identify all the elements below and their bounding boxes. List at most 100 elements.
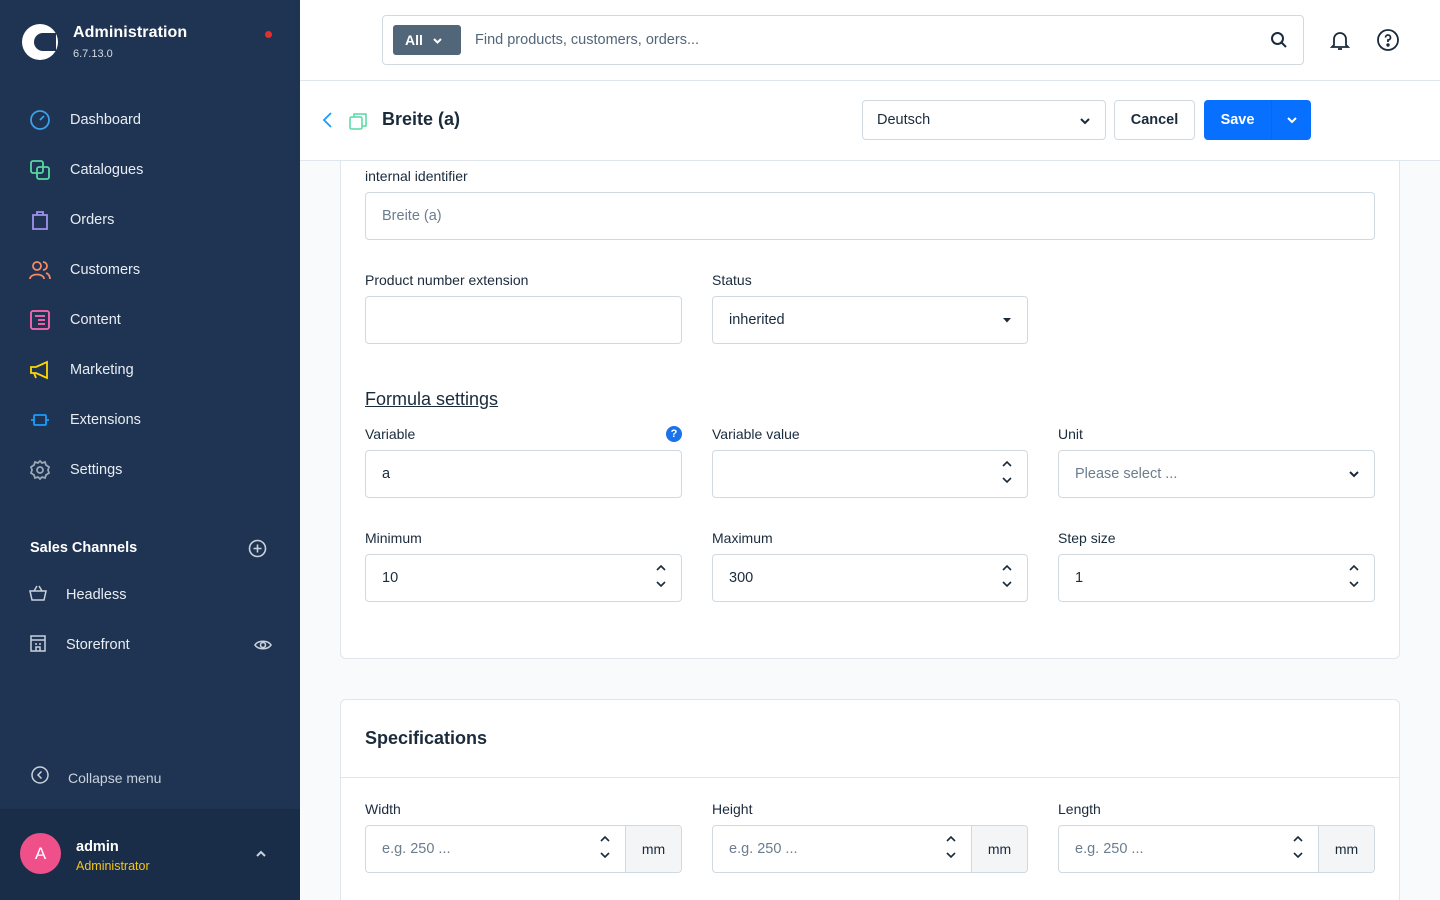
chevron-up-icon[interactable] [945,834,957,844]
chevron-up-icon[interactable] [1292,834,1304,844]
avatar: A [20,833,61,874]
language-label: Deutsch [877,112,931,128]
sales-channel-label: Headless [66,587,127,603]
width-field[interactable]: e.g. 250 ... mm [365,825,682,873]
chevron-down-icon[interactable] [1001,579,1013,589]
chevron-down-icon[interactable] [1001,475,1013,485]
user-name: admin [76,839,119,855]
number-stepper [1348,563,1360,589]
sidebar-item-marketing[interactable]: Marketing [0,345,300,395]
help-icon[interactable] [1376,28,1400,57]
product-number-extension-field[interactable] [365,296,682,344]
sidebar: Administration 6.7.13.0 Dashboard Catalo… [0,0,300,900]
bell-icon[interactable] [1328,28,1352,57]
brand: Administration 6.7.13.0 [22,24,187,60]
search-scope-dropdown[interactable]: All [393,25,461,55]
status-label: Status [712,272,752,288]
formula-settings-heading[interactable]: Formula settings [365,389,498,410]
products-icon [348,111,368,136]
status-select[interactable]: inherited [712,296,1028,344]
search-icon[interactable] [1270,31,1288,54]
status-value: inherited [729,312,785,328]
chevron-left-circle-icon [30,765,50,790]
internal-identifier-field[interactable]: Breite (a) [365,192,1375,240]
search-input[interactable] [475,26,1235,54]
chevron-down-icon[interactable] [1348,579,1360,589]
chevron-up-icon[interactable] [655,563,667,573]
variable-value-field[interactable] [712,450,1028,498]
chevron-down-icon[interactable] [1292,850,1304,860]
dashboard-icon [28,108,52,132]
width-placeholder: e.g. 250 ... [382,841,451,857]
unit-select[interactable]: Please select ... [1058,450,1375,498]
global-search: All [382,15,1304,65]
shopware-logo-icon [22,24,58,60]
step-size-value: 1 [1075,570,1084,586]
sidebar-item-label: Extensions [70,412,141,428]
maximum-value: 300 [729,570,754,586]
sidebar-item-settings[interactable]: Settings [0,445,300,495]
sidebar-item-content[interactable]: Content [0,295,300,345]
sales-channel-item-storefront[interactable]: Storefront [28,630,278,660]
chevron-up-icon[interactable] [1348,563,1360,573]
height-field[interactable]: e.g. 250 ... mm [712,825,1028,873]
main-nav: Dashboard Catalogues Orders Customers Co… [0,95,300,495]
help-question-icon[interactable]: ? [666,426,682,442]
back-arrow-icon[interactable] [320,111,336,134]
length-placeholder: e.g. 250 ... [1075,841,1144,857]
sidebar-item-label: Settings [70,462,123,478]
collapse-menu-label: Collapse menu [68,769,162,786]
chevron-down-icon[interactable] [599,850,611,860]
user-box[interactable]: A admin Administrator [0,809,300,900]
variable-field[interactable]: a [365,450,682,498]
chevron-up-icon[interactable] [599,834,611,844]
sidebar-item-customers[interactable]: Customers [0,245,300,295]
chevron-up-icon[interactable] [1001,563,1013,573]
sidebar-item-orders[interactable]: Orders [0,195,300,245]
eye-icon[interactable] [254,636,272,659]
number-stepper [945,834,957,860]
sidebar-item-label: Catalogues [70,162,144,178]
sidebar-item-extensions[interactable]: Extensions [0,395,300,445]
cancel-button[interactable]: Cancel [1114,100,1195,140]
width-unit-suffix: mm [625,826,681,872]
language-switch[interactable]: Deutsch [862,100,1106,140]
sidebar-item-catalogues[interactable]: Catalogues [0,145,300,195]
length-field[interactable]: e.g. 250 ... mm [1058,825,1375,873]
chevron-down-icon[interactable] [655,579,667,589]
chevron-up-icon[interactable] [1001,459,1013,469]
product-number-extension-label: Product number extension [365,272,529,288]
number-stepper [1001,459,1013,485]
maximum-label: Maximum [712,530,773,546]
sidebar-item-label: Dashboard [70,112,141,128]
chevron-down-icon[interactable] [945,850,957,860]
variable-value-label: Variable value [712,426,800,442]
collapse-menu-button[interactable]: Collapse menu [30,765,161,790]
length-label: Length [1058,801,1101,817]
save-button[interactable]: Save [1204,100,1311,140]
step-size-field[interactable]: 1 [1058,554,1375,602]
unit-label: Unit [1058,426,1083,442]
sidebar-item-label: Marketing [70,362,134,378]
save-dropdown-chevron-icon[interactable] [1272,100,1311,140]
chevron-down-icon [1080,118,1090,125]
minimum-label: Minimum [365,530,422,546]
step-size-label: Step size [1058,530,1116,546]
sidebar-item-label: Orders [70,212,115,228]
chevron-down-icon [1003,318,1011,323]
basket-icon [28,583,48,608]
topbar: All [300,0,1440,81]
sales-channel-label: Storefront [66,637,130,653]
chevron-up-icon[interactable] [254,847,268,866]
minimum-field[interactable]: 10 [365,554,682,602]
maximum-field[interactable]: 300 [712,554,1028,602]
height-placeholder: e.g. 250 ... [729,841,798,857]
sidebar-item-dashboard[interactable]: Dashboard [0,95,300,145]
width-label: Width [365,801,401,817]
chevron-down-icon [433,37,442,44]
add-sales-channel-icon[interactable] [248,539,267,563]
sales-channel-item-headless[interactable]: Headless [28,580,278,610]
notification-dot-icon [265,31,272,38]
length-unit-suffix: mm [1318,826,1374,872]
sidebar-item-label: Customers [70,262,141,278]
